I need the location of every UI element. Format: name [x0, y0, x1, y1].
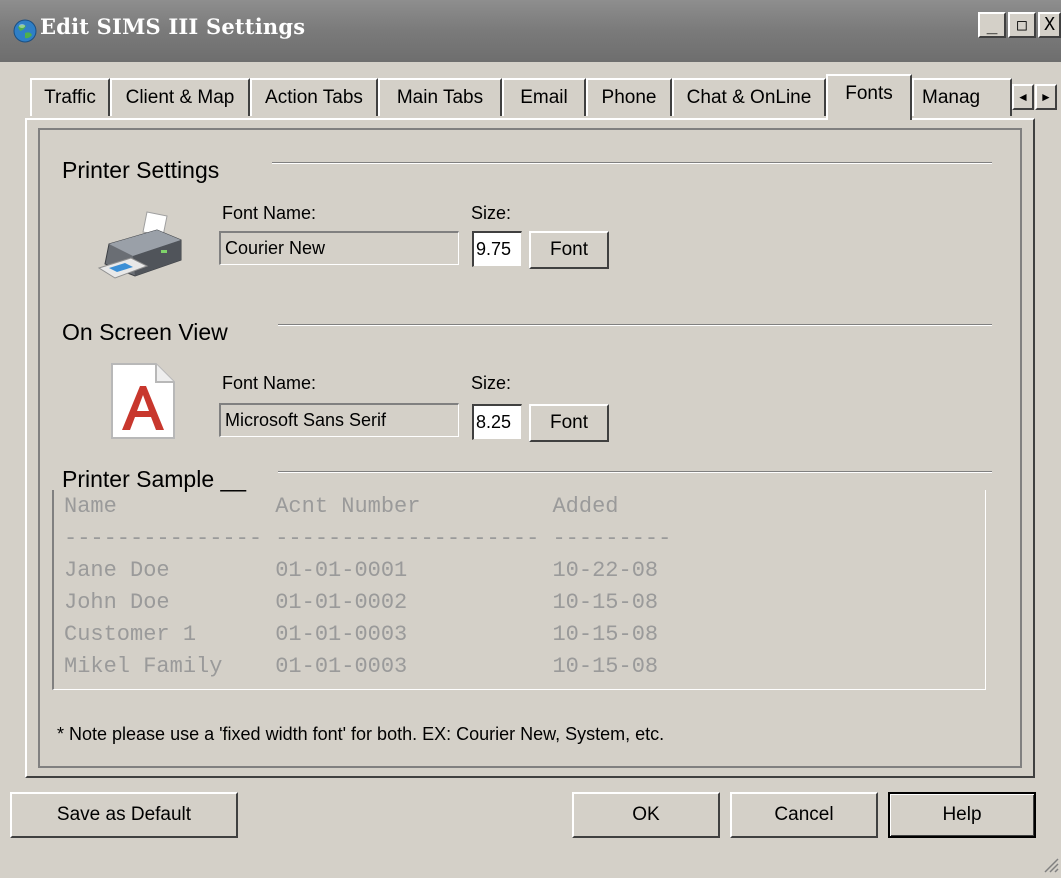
tab-main-tabs[interactable]: Main Tabs: [378, 78, 502, 116]
tab-phone[interactable]: Phone: [586, 78, 672, 116]
sample-row: Mikel Family 01-01-0003 10-15-08: [64, 654, 659, 679]
screen-font-name-label: Font Name:: [222, 373, 317, 393]
screen-font-name-field[interactable]: Microsoft Sans Serif: [219, 403, 459, 437]
tab-label: Phone: [601, 87, 657, 108]
sample-row: Jane Doe 01-01-0001 10-22-08: [64, 558, 659, 583]
tab-label: Manag: [922, 87, 981, 108]
maximize-button[interactable]: □: [1008, 12, 1036, 38]
cancel-button[interactable]: Cancel: [730, 792, 878, 838]
tab-client-map[interactable]: Client & Map: [110, 78, 250, 116]
maximize-icon: □: [1017, 15, 1027, 34]
screen-size-input[interactable]: 8.25: [472, 404, 522, 440]
tab-label: Traffic: [44, 87, 96, 108]
printer-font-button[interactable]: Font: [529, 231, 609, 269]
tab-label: Client & Map: [125, 87, 235, 108]
group-separator: [278, 324, 992, 326]
arrow-right-icon: ►: [1040, 90, 1052, 104]
printer-sample-box: Name Acnt Number Added --------------- -…: [52, 490, 986, 690]
on-screen-view-title: On Screen View: [62, 319, 234, 346]
font-file-icon: [110, 362, 176, 440]
resize-grip-icon[interactable]: [1041, 855, 1059, 873]
printer-font-name-field[interactable]: Courier New: [219, 231, 459, 265]
tab-scroll-right-button[interactable]: ►: [1035, 84, 1057, 110]
printer-settings-title: Printer Settings: [62, 157, 226, 184]
printer-sample-title: Printer Sample __: [62, 466, 253, 493]
tab-label: Fonts: [845, 83, 893, 104]
screen-font-button[interactable]: Font: [529, 404, 609, 442]
sample-row: Customer 1 01-01-0003 10-15-08: [64, 622, 659, 647]
tab-label: Action Tabs: [265, 87, 363, 108]
screen-size-label: Size:: [471, 373, 512, 393]
minimize-icon: _: [986, 14, 998, 35]
globe-app-icon: [12, 18, 38, 44]
tab-traffic[interactable]: Traffic: [30, 78, 110, 116]
tab-action-tabs[interactable]: Action Tabs: [250, 78, 378, 116]
printer-icon: [95, 210, 187, 282]
tab-label: Email: [520, 87, 568, 108]
ok-button[interactable]: OK: [572, 792, 720, 838]
save-as-default-button[interactable]: Save as Default: [10, 792, 238, 838]
tab-label: Chat & OnLine: [686, 87, 812, 108]
tab-chat-online[interactable]: Chat & OnLine: [672, 78, 826, 116]
printer-size-label: Size:: [471, 203, 512, 223]
fixed-width-note: * Note please use a 'fixed width font' f…: [57, 724, 665, 744]
group-separator: [278, 471, 992, 473]
minimize-button[interactable]: _: [978, 12, 1006, 38]
group-separator: [272, 162, 992, 164]
tab-scroll-left-button[interactable]: ◄: [1012, 84, 1034, 110]
tab-scroll-buttons: ◄ ►: [1012, 84, 1058, 112]
tab-fonts[interactable]: Fonts: [826, 74, 912, 120]
close-button[interactable]: X: [1038, 12, 1061, 38]
tab-manage[interactable]: Manag: [912, 78, 1012, 116]
window-title: Edit SIMS III Settings: [40, 14, 306, 39]
tab-label: Main Tabs: [396, 87, 484, 108]
sample-separator-line: --------------- -------------------- ---…: [64, 526, 672, 551]
sample-row: John Doe 01-01-0002 10-15-08: [64, 590, 659, 615]
printer-font-name-label: Font Name:: [222, 203, 317, 223]
printer-size-input[interactable]: 9.75: [472, 231, 522, 267]
tab-email[interactable]: Email: [502, 78, 586, 116]
arrow-left-icon: ◄: [1017, 90, 1029, 104]
help-button[interactable]: Help: [888, 792, 1036, 838]
title-bar[interactable]: Edit SIMS III Settings _ □ X: [0, 0, 1061, 62]
close-icon: X: [1044, 14, 1055, 35]
sample-header-line: Name Acnt Number Added: [64, 494, 619, 519]
